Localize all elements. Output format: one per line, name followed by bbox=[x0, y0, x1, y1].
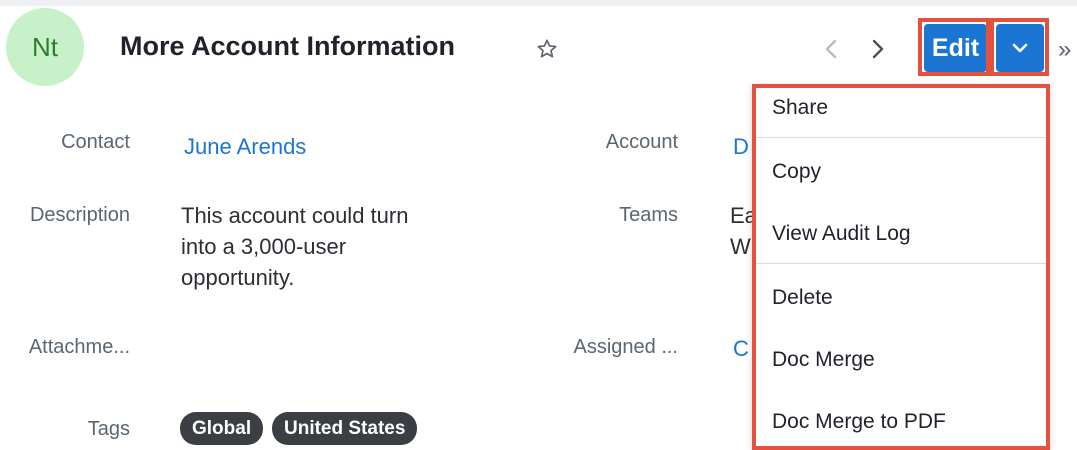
actions-dropdown-menu: Share Copy View Audit Log Delete Doc Mer… bbox=[752, 84, 1050, 450]
next-record-button[interactable] bbox=[867, 36, 889, 62]
double-chevron-right-icon[interactable]: » bbox=[1058, 36, 1071, 64]
previous-record-button[interactable] bbox=[820, 36, 842, 62]
chevron-right-icon bbox=[872, 39, 884, 59]
teams-label: Teams bbox=[619, 204, 678, 226]
description-value: This account could turn into a 3,000-use… bbox=[181, 203, 409, 290]
menu-divider bbox=[756, 263, 1046, 264]
contact-label: Contact bbox=[61, 131, 130, 153]
menu-item-copy[interactable]: Copy bbox=[772, 160, 821, 184]
description-label: Description bbox=[29, 204, 130, 226]
menu-divider bbox=[756, 137, 1046, 138]
tag-global[interactable]: Global bbox=[180, 412, 264, 445]
account-label: Account bbox=[605, 131, 678, 153]
top-strip bbox=[0, 0, 1077, 6]
chevron-left-icon bbox=[825, 39, 837, 59]
menu-item-view-audit-log[interactable]: View Audit Log bbox=[772, 222, 911, 246]
edit-button[interactable]: Edit bbox=[924, 24, 987, 72]
star-icon[interactable] bbox=[536, 38, 558, 60]
avatar: Nt bbox=[6, 8, 84, 86]
assigned-user-link[interactable]: C bbox=[733, 333, 749, 364]
tag-united-states[interactable]: United States bbox=[272, 412, 418, 445]
menu-item-doc-merge-to-pdf[interactable]: Doc Merge to PDF bbox=[772, 410, 946, 434]
actions-dropdown-button[interactable] bbox=[996, 24, 1044, 72]
menu-item-share[interactable]: Share bbox=[772, 96, 828, 120]
account-link[interactable]: D bbox=[733, 131, 749, 162]
assigned-label: Assigned ... bbox=[573, 336, 678, 358]
menu-item-doc-merge[interactable]: Doc Merge bbox=[772, 348, 875, 372]
chevron-down-icon bbox=[1012, 43, 1028, 53]
page-title: More Account Information bbox=[120, 31, 455, 61]
contact-link[interactable]: June Arends bbox=[184, 131, 306, 162]
menu-item-delete[interactable]: Delete bbox=[772, 286, 833, 310]
attachments-label: Attachme... bbox=[28, 336, 130, 358]
tags-label: Tags bbox=[87, 418, 130, 440]
